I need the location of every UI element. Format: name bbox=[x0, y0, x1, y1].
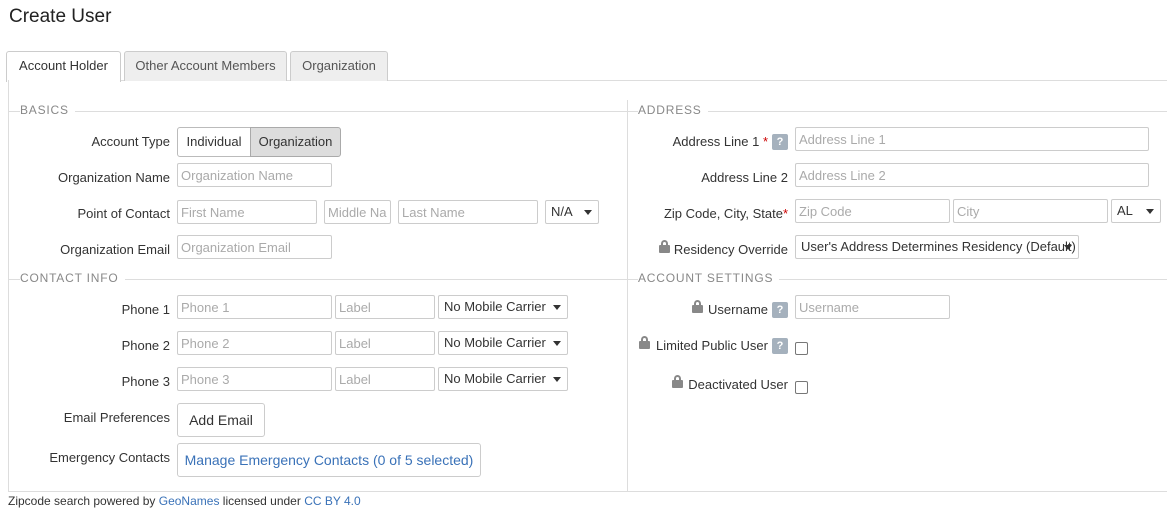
residency-override-value: User's Address Determines Residency (Def… bbox=[801, 239, 1076, 254]
caret-down-icon bbox=[1064, 245, 1072, 250]
zip-code-input[interactable] bbox=[795, 199, 950, 223]
phone-1-carrier-value: No Mobile Carrier bbox=[444, 299, 546, 314]
account-type-label: Account Type bbox=[91, 134, 170, 149]
suffix-select-value: N/A bbox=[551, 204, 573, 219]
limited-public-user-label: Limited Public User bbox=[656, 338, 768, 353]
section-divider bbox=[9, 111, 627, 112]
phone-2-label-input[interactable] bbox=[335, 331, 435, 355]
zipcode-attribution: Zipcode search powered by GeoNames licen… bbox=[8, 494, 361, 508]
tab-account-holder[interactable]: Account Holder bbox=[6, 51, 121, 82]
phone-3-label: Phone 3 bbox=[121, 374, 170, 389]
phone-1-label: Phone 1 bbox=[121, 302, 170, 317]
org-name-input[interactable] bbox=[177, 163, 332, 187]
zip-city-state-label: Zip Code, City, State* bbox=[664, 206, 788, 221]
state-select-value: AL bbox=[1117, 203, 1133, 218]
geonames-link[interactable]: GeoNames bbox=[159, 494, 220, 508]
address-line-2-label: Address Line 2 bbox=[701, 170, 788, 185]
org-name-label: Organization Name bbox=[58, 170, 170, 185]
address-heading: ADDRESS bbox=[638, 103, 708, 117]
account-settings-heading: ACCOUNT SETTINGS bbox=[638, 271, 780, 285]
lock-icon bbox=[672, 375, 683, 388]
poc-label: Point of Contact bbox=[77, 206, 171, 221]
phone-3-carrier-value: No Mobile Carrier bbox=[444, 371, 546, 386]
basics-heading: BASICS bbox=[20, 103, 75, 117]
account-type-individual-button[interactable]: Individual bbox=[177, 127, 251, 157]
caret-down-icon bbox=[553, 377, 561, 382]
help-icon[interactable]: ? bbox=[772, 302, 788, 318]
tab-other-account-members[interactable]: Other Account Members bbox=[124, 51, 287, 81]
add-email-button[interactable]: Add Email bbox=[177, 403, 265, 437]
email-preferences-label: Email Preferences bbox=[63, 410, 170, 425]
required-mark: * bbox=[782, 206, 788, 221]
tab-organization[interactable]: Organization bbox=[290, 51, 388, 81]
phone-2-input[interactable] bbox=[177, 331, 332, 355]
contact-info-heading: CONTACT INFO bbox=[20, 271, 125, 285]
address-line-1-label: Address Line 1 * bbox=[673, 134, 768, 149]
phone-3-input[interactable] bbox=[177, 367, 332, 391]
address-line-1-input[interactable] bbox=[795, 127, 1149, 151]
lock-icon bbox=[639, 336, 650, 349]
phone-2-label: Phone 2 bbox=[121, 338, 170, 353]
caret-down-icon bbox=[553, 305, 561, 310]
manage-emergency-contacts-button[interactable]: Manage Emergency Contacts (0 of 5 select… bbox=[177, 443, 481, 477]
city-input[interactable] bbox=[953, 199, 1108, 223]
tab-bar: Account Holder Other Account Members Org… bbox=[6, 51, 1167, 82]
deactivated-user-label: Deactivated User bbox=[688, 377, 788, 392]
phone-1-carrier-select[interactable]: No Mobile Carrier bbox=[438, 295, 568, 319]
residency-override-select[interactable]: User's Address Determines Residency (Def… bbox=[795, 235, 1079, 259]
column-divider bbox=[627, 100, 628, 492]
help-icon[interactable]: ? bbox=[772, 134, 788, 150]
phone-3-label-input[interactable] bbox=[335, 367, 435, 391]
caret-down-icon bbox=[1146, 209, 1154, 214]
address-line-2-input[interactable] bbox=[795, 163, 1149, 187]
license-link[interactable]: CC BY 4.0 bbox=[304, 494, 360, 508]
phone-1-input[interactable] bbox=[177, 295, 332, 319]
residency-override-label: Residency Override bbox=[673, 242, 788, 257]
org-email-input[interactable] bbox=[177, 235, 332, 259]
zip-city-state-text: Zip Code, City, State bbox=[663, 206, 783, 221]
limited-public-user-checkbox[interactable] bbox=[795, 342, 808, 355]
phone-2-carrier-value: No Mobile Carrier bbox=[444, 335, 546, 350]
address-line-1-text: Address Line 1 bbox=[672, 134, 760, 149]
username-label: Username bbox=[708, 302, 768, 317]
help-icon[interactable]: ? bbox=[772, 338, 788, 354]
account-type-organization-button[interactable]: Organization bbox=[250, 127, 341, 157]
phone-3-carrier-select[interactable]: No Mobile Carrier bbox=[438, 367, 568, 391]
lock-icon bbox=[659, 240, 670, 253]
phone-2-carrier-select[interactable]: No Mobile Carrier bbox=[438, 331, 568, 355]
org-email-label: Organization Email bbox=[60, 242, 170, 257]
caret-down-icon bbox=[584, 210, 592, 215]
username-input[interactable] bbox=[795, 295, 950, 319]
attribution-prefix: Zipcode search powered by bbox=[8, 494, 159, 508]
suffix-select[interactable]: N/A bbox=[545, 200, 599, 224]
attribution-middle: licensed under bbox=[219, 494, 305, 508]
last-name-input[interactable] bbox=[398, 200, 538, 224]
section-divider bbox=[628, 111, 1167, 112]
deactivated-user-checkbox[interactable] bbox=[795, 381, 808, 394]
caret-down-icon bbox=[553, 341, 561, 346]
first-name-input[interactable] bbox=[177, 200, 317, 224]
state-select[interactable]: AL bbox=[1111, 199, 1161, 223]
phone-1-label-input[interactable] bbox=[335, 295, 435, 319]
lock-icon bbox=[692, 300, 703, 313]
page-title: Create User bbox=[9, 6, 112, 27]
emergency-contacts-label: Emergency Contacts bbox=[49, 450, 170, 465]
required-mark: * bbox=[762, 134, 768, 149]
middle-name-input[interactable] bbox=[324, 200, 391, 224]
